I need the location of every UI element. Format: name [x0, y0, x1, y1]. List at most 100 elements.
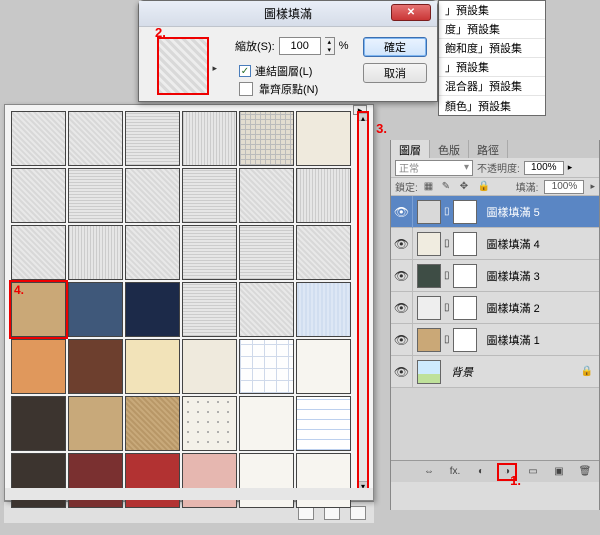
pattern-swatch[interactable]: [125, 282, 180, 337]
layer-name[interactable]: 圖樣填滿 2: [481, 300, 540, 316]
close-button[interactable]: ✕: [391, 4, 431, 21]
pattern-swatch[interactable]: [125, 396, 180, 451]
layer-row[interactable]: 👁 ▯ 圖樣填滿 5: [391, 196, 599, 228]
layer-row[interactable]: 👁 ▯ 圖樣填滿 4: [391, 228, 599, 260]
lock-move-icon[interactable]: ✥: [460, 181, 472, 193]
layer-name[interactable]: 圖樣填滿 3: [481, 268, 540, 284]
pattern-swatch[interactable]: [125, 339, 180, 394]
pattern-swatch-selected[interactable]: [11, 282, 66, 337]
pattern-swatch[interactable]: [296, 339, 351, 394]
group-icon[interactable]: ▭: [525, 465, 541, 479]
link-checkbox[interactable]: ✓: [239, 65, 251, 77]
pattern-swatch[interactable]: [68, 339, 123, 394]
cancel-button[interactable]: 取消: [363, 63, 427, 83]
pattern-swatch[interactable]: [239, 282, 294, 337]
pattern-swatch[interactable]: [239, 396, 294, 451]
pattern-swatch[interactable]: [11, 111, 66, 166]
pattern-swatch[interactable]: [68, 225, 123, 280]
visibility-icon[interactable]: 👁: [391, 260, 413, 292]
layer-row[interactable]: 👁 ▯ 圖樣填滿 1: [391, 324, 599, 356]
pattern-swatch[interactable]: [11, 339, 66, 394]
mask-icon[interactable]: ◐: [473, 465, 489, 479]
layer-row-background[interactable]: 👁 背景 🔒: [391, 356, 599, 388]
link-layers-icon[interactable]: ⇔: [421, 465, 437, 479]
preset-item[interactable]: 混合器」預設集: [439, 77, 545, 96]
blend-mode-select[interactable]: 正常▾: [395, 160, 473, 176]
snap-origin-button[interactable]: 靠齊原點(N): [259, 81, 318, 97]
tab-channels[interactable]: 色版: [430, 140, 469, 158]
pattern-swatch[interactable]: [11, 225, 66, 280]
pattern-swatch[interactable]: [11, 168, 66, 223]
opacity-input[interactable]: 100%: [524, 161, 564, 175]
pattern-swatch[interactable]: [239, 339, 294, 394]
pattern-swatch[interactable]: [296, 225, 351, 280]
pattern-swatch[interactable]: [239, 225, 294, 280]
pattern-swatch[interactable]: [68, 111, 123, 166]
pattern-swatch[interactable]: [11, 396, 66, 451]
scroll-up-icon[interactable]: ▴: [359, 113, 367, 121]
layer-thumb[interactable]: [417, 200, 441, 224]
pattern-scrollbar[interactable]: ▴ ▾: [357, 111, 369, 491]
pattern-swatch[interactable]: [296, 168, 351, 223]
pattern-resize-handle[interactable]: [5, 488, 373, 500]
scale-spinner[interactable]: ▴▾: [325, 37, 335, 55]
preset-item[interactable]: 」預設集: [439, 1, 545, 20]
mask-thumb[interactable]: [453, 296, 477, 320]
pattern-swatch[interactable]: [182, 225, 237, 280]
preset-item[interactable]: 」預設集: [439, 58, 545, 77]
visibility-icon[interactable]: 👁: [391, 228, 413, 260]
layer-row[interactable]: 👁 ▯ 圖樣填滿 3: [391, 260, 599, 292]
layer-thumb[interactable]: [417, 296, 441, 320]
ok-button[interactable]: 確定: [363, 37, 427, 57]
layer-thumb[interactable]: [417, 360, 441, 384]
preset-item[interactable]: 度」預設集: [439, 20, 545, 39]
pattern-swatch[interactable]: [125, 111, 180, 166]
mask-thumb[interactable]: [453, 328, 477, 352]
visibility-icon[interactable]: 👁: [391, 356, 413, 388]
mask-thumb[interactable]: [453, 200, 477, 224]
pattern-swatch[interactable]: [125, 225, 180, 280]
mask-thumb[interactable]: [453, 264, 477, 288]
pattern-preview[interactable]: ▸: [157, 37, 209, 95]
pattern-swatch[interactable]: [68, 282, 123, 337]
visibility-icon[interactable]: 👁: [391, 292, 413, 324]
tab-layers[interactable]: 圖層: [391, 140, 430, 158]
pattern-swatch[interactable]: [296, 282, 351, 337]
scale-input[interactable]: 100: [279, 37, 321, 55]
new-layer-icon[interactable]: ▣: [551, 465, 567, 479]
visibility-icon[interactable]: 👁: [391, 196, 413, 228]
chevron-down-icon[interactable]: ▸: [212, 63, 217, 74]
preset-item[interactable]: 顏色」預設集: [439, 96, 545, 115]
layer-thumb[interactable]: [417, 264, 441, 288]
pattern-swatch[interactable]: [182, 111, 237, 166]
layer-name[interactable]: 圖樣填滿 5: [481, 204, 540, 220]
pattern-swatch[interactable]: [296, 111, 351, 166]
visibility-icon[interactable]: 👁: [391, 324, 413, 356]
pattern-swatch[interactable]: [68, 168, 123, 223]
pattern-swatch[interactable]: [182, 396, 237, 451]
pattern-swatch[interactable]: [182, 168, 237, 223]
layer-thumb[interactable]: [417, 328, 441, 352]
pattern-swatch[interactable]: [239, 168, 294, 223]
lock-transparent-icon[interactable]: ▦: [424, 181, 436, 193]
pattern-swatch[interactable]: [239, 111, 294, 166]
layer-name[interactable]: 圖樣填滿 1: [481, 332, 540, 348]
pattern-swatch[interactable]: [68, 396, 123, 451]
chevron-down-icon[interactable]: ▸: [590, 181, 595, 192]
layer-name[interactable]: 背景: [445, 364, 473, 380]
layer-row[interactable]: 👁 ▯ 圖樣填滿 2: [391, 292, 599, 324]
pattern-swatch[interactable]: [182, 339, 237, 394]
dialog-titlebar[interactable]: 圖樣填滿 ✕: [139, 1, 437, 27]
tab-paths[interactable]: 路徑: [469, 140, 508, 158]
lock-paint-icon[interactable]: ✎: [442, 181, 454, 193]
layer-name[interactable]: 圖樣填滿 4: [481, 236, 540, 252]
chevron-down-icon[interactable]: ▸: [568, 162, 573, 173]
preset-item[interactable]: 飽和度」預設集: [439, 39, 545, 58]
lock-all-icon[interactable]: 🔒: [478, 181, 490, 193]
pattern-swatch[interactable]: [182, 282, 237, 337]
pattern-swatch[interactable]: [296, 396, 351, 451]
layer-thumb[interactable]: [417, 232, 441, 256]
mask-thumb[interactable]: [453, 232, 477, 256]
pattern-swatch[interactable]: [125, 168, 180, 223]
trash-icon[interactable]: 🗑: [577, 465, 593, 479]
